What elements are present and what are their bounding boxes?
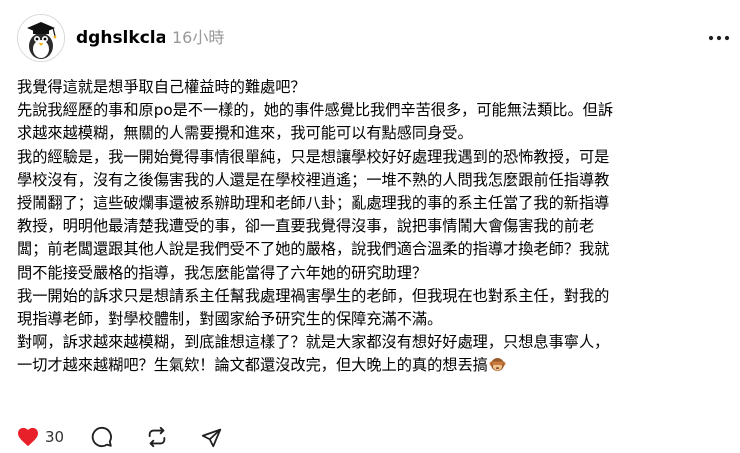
post-text-line: 對啊，訴求越來越模糊，到底誰想這樣了？就是大家都沒有想好好處理，只想息事寧人， — [17, 333, 610, 352]
username[interactable]: dghslkclaa — [76, 27, 165, 49]
comment-button[interactable] — [91, 426, 113, 448]
post-text-segment: 一切才越來越糊吧？生氣欸！論文都還沒改完，但大晚上的真的想丟搞 — [17, 356, 488, 375]
post-text-line: 授鬧翻了；這些破爛事還被系辦助理和老師八卦；亂處理我的事的系主任當了我的新指導 — [17, 194, 610, 213]
more-options-button[interactable] — [704, 28, 734, 48]
more-horizontal-icon — [708, 35, 730, 41]
post-actions: 30 — [17, 424, 222, 450]
post-text-line: 闆；前老闆還跟其他人說是我們受不了她的嚴格，說我們適合溫柔的指導才換老師？我就 — [17, 240, 610, 259]
penguin-graduate-avatar-image — [18, 15, 64, 61]
post-text-line-last: 一切才越來越糊吧？生氣欸！論文都還沒改完，但大晚上的真的想丟搞 — [17, 354, 733, 380]
post-text-line: 教授，明明他最清楚我遭受的事，卻一直要我覺得沒事，說把事情鬧大會傷害我的前老 — [17, 217, 595, 236]
repost-icon — [148, 426, 166, 448]
share-button[interactable] — [201, 427, 222, 448]
like-count: 30 — [45, 428, 65, 446]
see-no-evil-monkey-emoji — [489, 356, 506, 380]
post-text-line: 我的經驗是，我一開始覺得事情很單純，只是想讓學校好好處理我遇到的恐怖教授，可是 — [17, 147, 610, 166]
post-timestamp: 16小時 — [172, 28, 225, 47]
repost-button[interactable] — [146, 426, 168, 448]
post-text-line: 現指導老師，對學校體制，對國家給予研究生的保障充滿不滿。 — [17, 310, 443, 329]
like-button[interactable]: 30 — [17, 427, 64, 447]
share-send-icon — [201, 428, 222, 447]
post-text-line: 我覺得這就是想爭取自己權益時的難處吧？ — [17, 78, 306, 96]
post-body: 我覺得這就是想爭取自己權益時的難處吧？ 先說我經歷的事和原po是不一樣的，她的事… — [17, 76, 733, 381]
post-text-line: 求越來越模糊，無關的人需要攪和進來，我可能可以有點感同身受。 — [17, 124, 473, 143]
post-text-line: 先說我經歷的事和原po是不一樣的，她的事件感覺比我們辛苦很多，可能無法類比。但訴 — [17, 101, 614, 120]
post-text-line: 我一開始的訴求只是想請系主任幫我處理禍害學生的老師，但我現在也對系主任，對我的 — [17, 286, 610, 305]
comment-bubble-icon — [91, 426, 113, 448]
post-text-line: 學校沒有，沒有之後傷害我的人還是在學校裡逍遙；一堆不熟的人問我怎麼跟前任指導教 — [17, 170, 610, 189]
heart-filled-icon — [18, 427, 38, 447]
avatar[interactable] — [17, 14, 65, 62]
post-text-line: 問不能接受嚴格的指導，我怎麼能當得了六年她的研究助理？ — [17, 263, 428, 282]
